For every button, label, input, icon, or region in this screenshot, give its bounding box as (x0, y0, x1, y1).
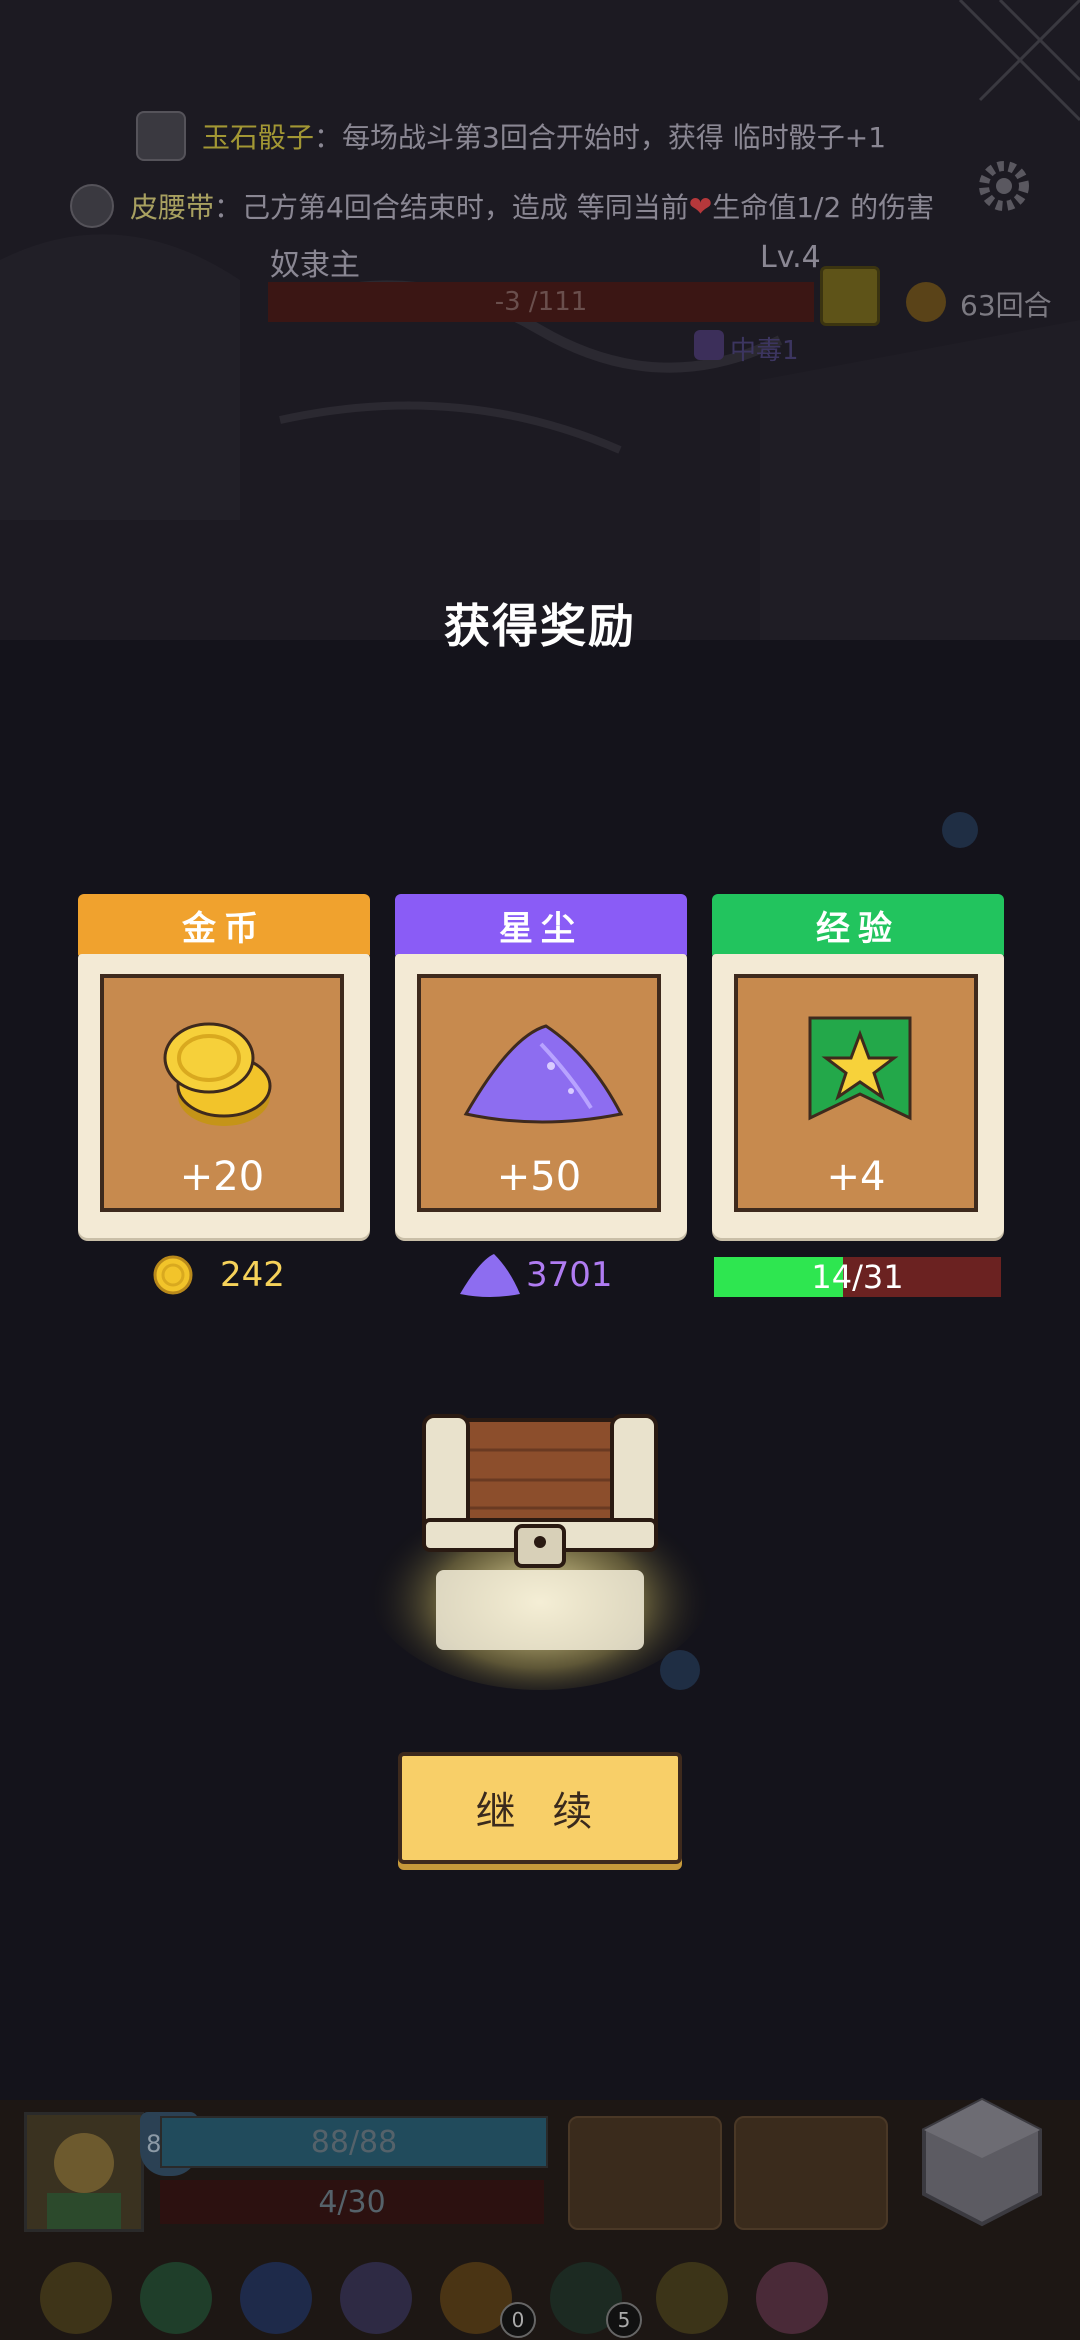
crystal-dice-relic-icon[interactable] (756, 2262, 828, 2334)
relic-description: ：每场战斗第3回合开始时，获得 临时骰子+1 (314, 121, 887, 154)
experience-text: 14/31 (811, 1258, 904, 1296)
card-frame: +20 (100, 974, 344, 1212)
gold-coins-icon (163, 1022, 272, 1126)
treasure-chest-icon (365, 1414, 715, 1690)
relic-description: ：己方第4回合结束时，造成 等同当前 (214, 191, 689, 224)
card-body: +20 (78, 954, 370, 1238)
reward-card-stardust: 星尘 +50 (395, 894, 687, 1238)
stardust-total-value: 3701 (526, 1255, 613, 1295)
flower-decoration-icon (942, 812, 978, 848)
heart-icon: ❤ (688, 189, 713, 223)
status-label: 中毒1 (730, 336, 799, 366)
relic-name: 皮腰带 (130, 191, 215, 224)
relic-count-badge: 0 (500, 2302, 536, 2338)
card-header: 星尘 (395, 894, 687, 956)
card-header: 金币 (78, 894, 370, 956)
enemy-intent-icon[interactable] (820, 266, 880, 326)
card-frame: +4 (734, 974, 978, 1212)
card-amount: +4 (826, 1154, 886, 1200)
banana-relic-icon[interactable] (656, 2262, 728, 2334)
game-scene: 玉石骰子 ：每场战斗第3回合开始时，获得 临时骰子+1 皮腰带 ：己方第4回合结… (0, 0, 1080, 2340)
enemy-hp-bar: -3 /111 (268, 282, 814, 322)
relic-count-badge: 5 (606, 2302, 642, 2338)
player-energy-text: 4/30 (318, 2184, 386, 2220)
emerald-relic-icon[interactable] (140, 2262, 212, 2334)
relic-line-1: 玉石骰子 ：每场战斗第3回合开始时，获得 临时骰子+1 (136, 106, 1080, 166)
gold-coin-icon (153, 1255, 193, 1295)
player-hp-text: 88/88 (310, 2124, 398, 2160)
skill-slot-1[interactable] (568, 2116, 722, 2230)
bat-relic-icon[interactable] (240, 2262, 312, 2334)
relic-description-tail: 生命值1/2 的伤害 (712, 191, 935, 224)
gold-total: 242 (152, 1250, 285, 1300)
turn-counter-icon (906, 282, 946, 322)
card-amount: +20 (179, 1154, 265, 1200)
reward-card-gold: 金币 +20 (78, 894, 370, 1238)
turn-count: 63回合 (960, 289, 1052, 322)
player-hp-bar: 88/88 (160, 2116, 548, 2168)
enemy-name: 奴隶主 (270, 248, 360, 283)
card-frame: +50 (417, 974, 661, 1212)
reward-title: 获得奖励 (444, 599, 636, 653)
stardust-total: 3701 (456, 1250, 613, 1300)
player-avatar[interactable] (24, 2112, 144, 2232)
card-body: +4 (712, 954, 1004, 1238)
settings-gear-icon[interactable] (974, 156, 1034, 216)
card-body: +50 (395, 954, 687, 1238)
jade-dice-icon (136, 111, 186, 161)
star-banner-icon (808, 1016, 912, 1121)
leather-belt-icon (70, 184, 114, 228)
player-energy-bar: 4/30 (160, 2180, 544, 2224)
dice-icon (922, 2097, 1042, 2227)
continue-button[interactable]: 继 续 (398, 1752, 682, 1864)
leaf-relic-icon[interactable] (340, 2262, 412, 2334)
relic-name: 玉石骰子 (202, 121, 315, 154)
enemy-hp-text: -3 /111 (494, 287, 588, 317)
roll-dice-button[interactable] (912, 2092, 1052, 2232)
card-header: 经验 (712, 894, 1004, 956)
enemy-level: Lv.4 (760, 240, 821, 275)
card-amount: +50 (496, 1154, 582, 1200)
reward-card-experience: 经验 +4 (712, 894, 1004, 1238)
skill-slot-2[interactable] (734, 2116, 888, 2230)
experience-bar: 14/31 (714, 1257, 1001, 1297)
relic-line-2: 皮腰带 ：己方第4回合结束时，造成 等同当前 ❤ 生命值1/2 的伤害 (70, 176, 1070, 236)
crown-relic-icon[interactable] (40, 2262, 112, 2334)
gold-total-value: 242 (220, 1255, 285, 1295)
poison-status-icon (694, 330, 724, 360)
stardust-pile-icon (463, 1024, 624, 1124)
treasure-chest[interactable] (360, 1380, 720, 1700)
stardust-pile-icon (460, 1254, 520, 1297)
